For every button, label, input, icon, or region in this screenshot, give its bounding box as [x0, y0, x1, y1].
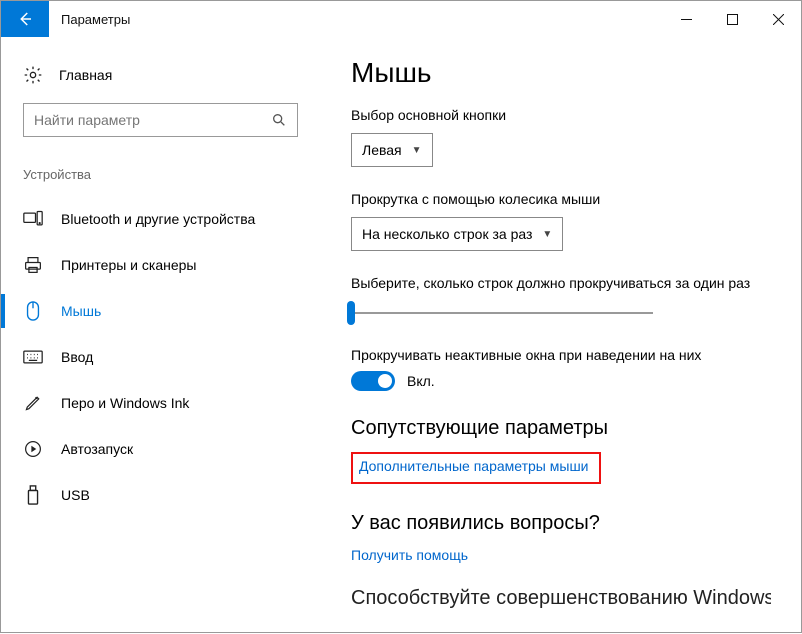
get-help-link[interactable]: Получить помощь — [351, 547, 468, 563]
search-icon — [271, 112, 287, 128]
highlight-box: Дополнительные параметры мыши — [351, 452, 601, 484]
slider-thumb[interactable] — [347, 301, 355, 325]
feedback-heading: Способствуйте совершенствованию Windows — [351, 587, 771, 610]
inactive-scroll-toggle[interactable] — [351, 371, 395, 391]
sidebar-item-pen[interactable]: Перо и Windows Ink — [1, 380, 331, 426]
scroll-lines-label: Выберите, сколько строк должно прокручив… — [351, 275, 771, 291]
toggle-knob — [378, 374, 392, 388]
scroll-lines-slider[interactable] — [347, 299, 657, 329]
mouse-icon — [23, 301, 43, 321]
minimize-icon — [681, 14, 692, 25]
printer-icon — [23, 256, 43, 274]
sidebar-item-typing[interactable]: Ввод — [1, 334, 331, 380]
primary-button-value: Левая — [362, 142, 402, 158]
home-label: Главная — [59, 67, 112, 83]
sidebar-item-autoplay[interactable]: Автозапуск — [1, 426, 331, 472]
gear-icon — [23, 65, 43, 85]
maximize-icon — [727, 14, 738, 25]
sidebar-item-label: USB — [61, 487, 90, 503]
primary-button-select[interactable]: Левая ▼ — [351, 133, 433, 167]
autoplay-icon — [23, 440, 43, 458]
minimize-button[interactable] — [663, 1, 709, 37]
sidebar-item-label: Перо и Windows Ink — [61, 395, 189, 411]
toggle-state-label: Вкл. — [407, 373, 435, 389]
sidebar-item-usb[interactable]: USB — [1, 472, 331, 518]
primary-button-label: Выбор основной кнопки — [351, 107, 771, 123]
close-icon — [773, 14, 784, 25]
related-heading: Сопутствующие параметры — [351, 417, 771, 440]
sidebar-item-label: Bluetooth и другие устройства — [61, 211, 255, 227]
sidebar-item-label: Принтеры и сканеры — [61, 257, 196, 273]
maximize-button[interactable] — [709, 1, 755, 37]
slider-track — [355, 312, 653, 314]
pen-icon — [23, 394, 43, 412]
devices-icon — [23, 210, 43, 228]
inactive-scroll-label: Прокручивать неактивные окна при наведен… — [351, 347, 771, 363]
additional-mouse-options-link[interactable]: Дополнительные параметры мыши — [359, 458, 589, 474]
window-title: Параметры — [49, 1, 663, 37]
scroll-mode-select[interactable]: На несколько строк за раз ▼ — [351, 217, 563, 251]
usb-icon — [23, 485, 43, 505]
chevron-down-icon: ▼ — [542, 229, 552, 240]
sidebar-item-bluetooth[interactable]: Bluetooth и другие устройства — [1, 196, 331, 242]
chevron-down-icon: ▼ — [412, 145, 422, 156]
search-input-container[interactable] — [23, 103, 298, 137]
sidebar-item-label: Ввод — [61, 349, 93, 365]
search-input[interactable] — [34, 112, 271, 128]
question-heading: У вас появились вопросы? — [351, 512, 771, 535]
back-button[interactable] — [1, 1, 49, 37]
sidebar-item-label: Мышь — [61, 303, 101, 319]
sidebar-item-printers[interactable]: Принтеры и сканеры — [1, 242, 331, 288]
scroll-mode-label: Прокрутка с помощью колесика мыши — [351, 191, 771, 207]
page-heading: Мышь — [351, 57, 771, 89]
close-button[interactable] — [755, 1, 801, 37]
scroll-mode-value: На несколько строк за раз — [362, 226, 532, 242]
sidebar-item-label: Автозапуск — [61, 441, 133, 457]
section-heading: Устройства — [23, 167, 331, 182]
home-button[interactable]: Главная — [23, 59, 331, 103]
back-arrow-icon — [16, 10, 34, 28]
sidebar-item-mouse[interactable]: Мышь — [1, 288, 331, 334]
keyboard-icon — [23, 349, 43, 365]
